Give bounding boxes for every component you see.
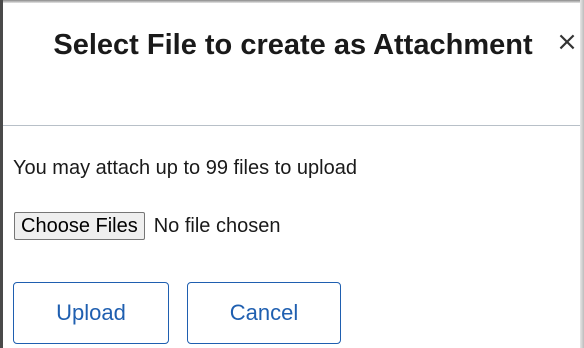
attachment-dialog: Select File to create as Attachment × Yo… (0, 0, 584, 348)
dialog-title: Select File to create as Attachment (53, 29, 533, 61)
file-input-row: Choose Files No file chosen (14, 211, 280, 241)
upload-button[interactable]: Upload (13, 282, 169, 344)
dialog-right-border (580, 0, 584, 348)
cancel-button[interactable]: Cancel (187, 282, 341, 344)
dialog-body: You may attach up to 99 files to upload … (3, 127, 580, 348)
close-icon[interactable]: × (556, 29, 578, 55)
choose-files-button[interactable]: Choose Files (14, 212, 145, 240)
attach-limit-text: You may attach up to 99 files to upload (13, 157, 357, 179)
dialog-header: Select File to create as Attachment × (3, 3, 580, 126)
file-status-text: No file chosen (153, 214, 281, 237)
